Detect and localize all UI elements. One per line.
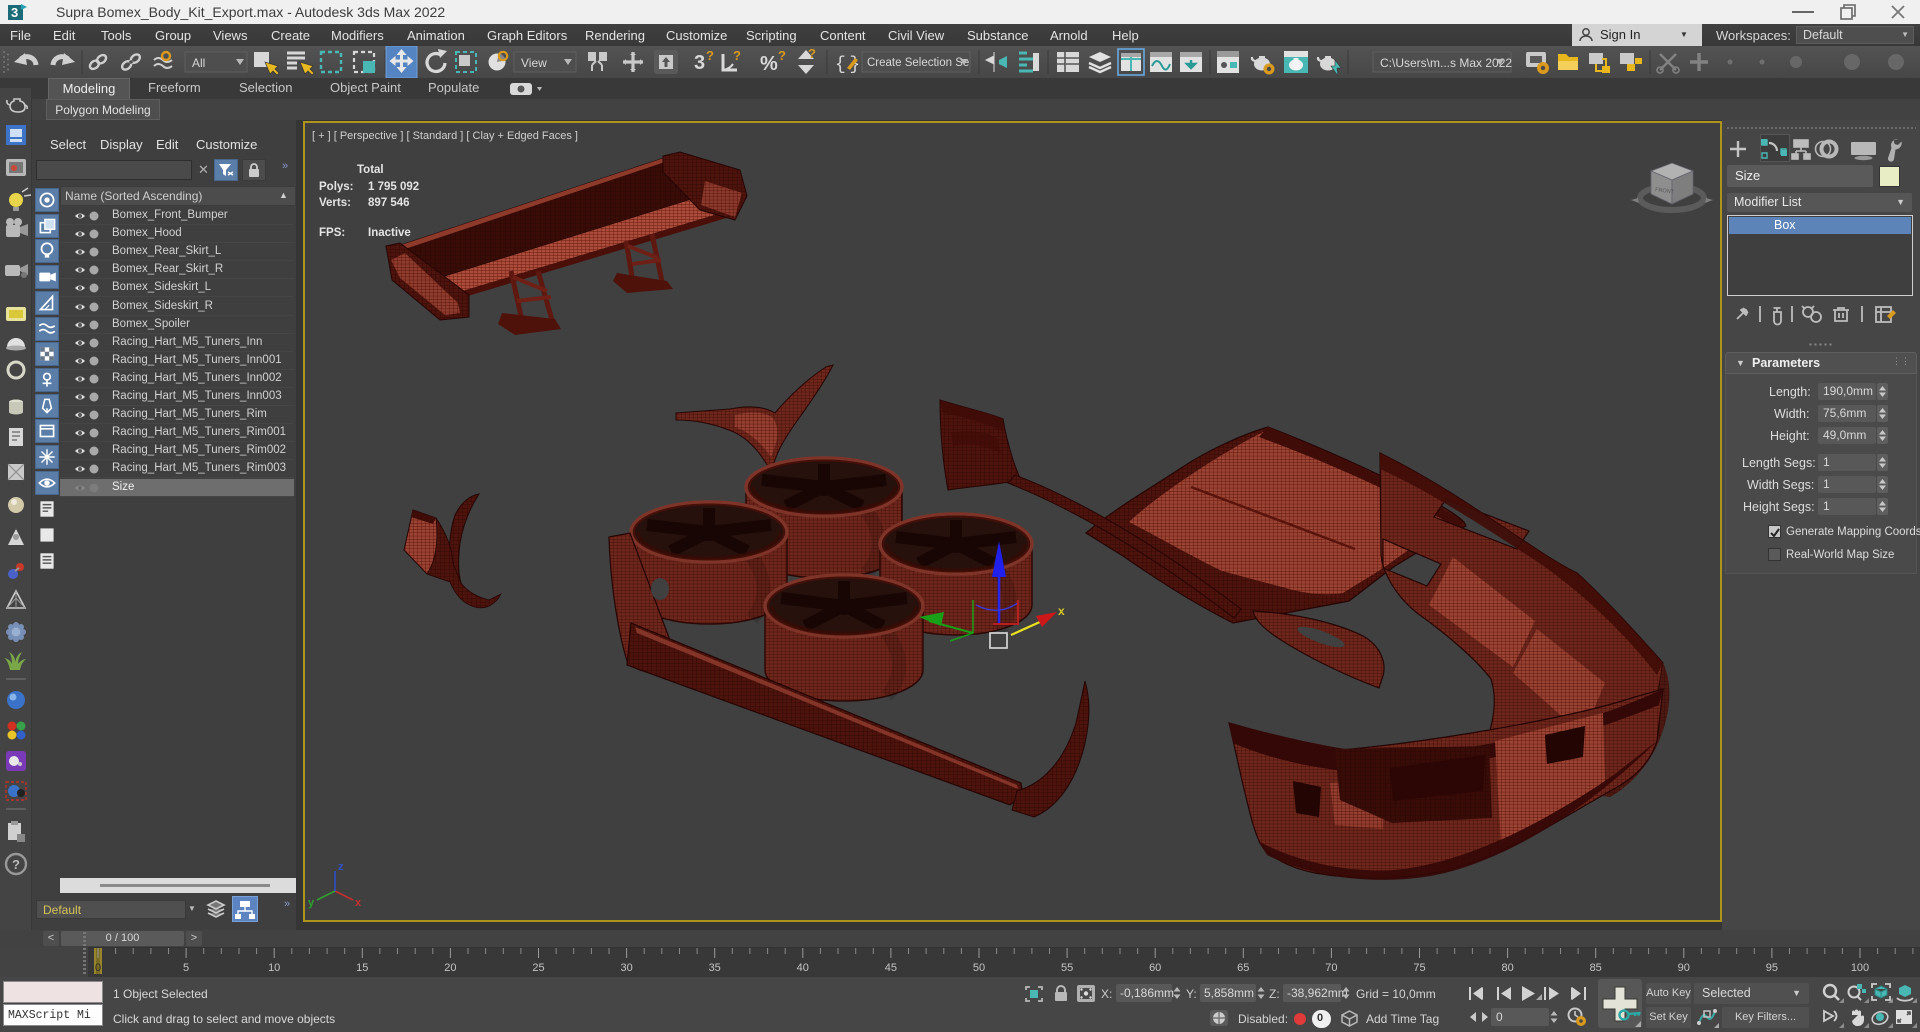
svg-text:25: 25 bbox=[532, 962, 544, 974]
svg-text:x: x bbox=[1058, 604, 1065, 618]
svg-text:{ }: { } bbox=[835, 55, 860, 75]
svg-text:80: 80 bbox=[1501, 962, 1513, 974]
svg-text:45: 45 bbox=[885, 962, 897, 974]
svg-text:3: 3 bbox=[11, 5, 18, 20]
svg-text:y: y bbox=[308, 897, 315, 909]
svg-text:20: 20 bbox=[444, 962, 456, 974]
svg-text:x: x bbox=[355, 897, 362, 909]
svg-text:75: 75 bbox=[1413, 962, 1425, 974]
svg-text:50: 50 bbox=[973, 962, 985, 974]
svg-text:85: 85 bbox=[1590, 962, 1602, 974]
svg-text:?: ? bbox=[733, 48, 741, 63]
svg-text:C:\Users\m...s Max 2022: C:\Users\m...s Max 2022 bbox=[1380, 56, 1512, 70]
svg-text:15: 15 bbox=[356, 962, 368, 974]
svg-text:All: All bbox=[192, 56, 205, 70]
svg-text:3: 3 bbox=[694, 52, 705, 74]
svg-text:Verts:: Verts: bbox=[319, 197, 351, 209]
svg-text:?: ? bbox=[778, 48, 786, 63]
svg-text:Total: Total bbox=[357, 164, 384, 176]
svg-text:5: 5 bbox=[183, 962, 189, 974]
svg-text:40: 40 bbox=[797, 962, 809, 974]
svg-text:%: % bbox=[760, 53, 778, 75]
svg-text:?: ? bbox=[12, 857, 20, 872]
svg-text:65: 65 bbox=[1237, 962, 1249, 974]
svg-text:Create Selection Se: Create Selection Se bbox=[867, 57, 969, 69]
svg-text:55: 55 bbox=[1061, 962, 1073, 974]
svg-text:0: 0 bbox=[95, 962, 101, 974]
svg-text:30: 30 bbox=[620, 962, 632, 974]
svg-text:Polys:: Polys: bbox=[319, 181, 354, 193]
svg-text:[ + ] [ Perspective ] [ Standa: [ + ] [ Perspective ] [ Standard ] [ Cla… bbox=[312, 130, 578, 142]
svg-text:?: ? bbox=[706, 48, 714, 63]
svg-text:90: 90 bbox=[1678, 962, 1690, 974]
svg-text:100: 100 bbox=[1851, 962, 1869, 974]
svg-text:Inactive: Inactive bbox=[368, 227, 411, 239]
svg-text:FPS:: FPS: bbox=[319, 227, 345, 239]
svg-text:35: 35 bbox=[709, 962, 721, 974]
svg-text:z: z bbox=[338, 861, 344, 873]
svg-text:1 795 092: 1 795 092 bbox=[368, 181, 419, 193]
svg-text:60: 60 bbox=[1149, 962, 1161, 974]
svg-text:70: 70 bbox=[1325, 962, 1337, 974]
svg-text:10: 10 bbox=[268, 962, 280, 974]
svg-text:?: ? bbox=[808, 46, 816, 61]
svg-text:View: View bbox=[521, 56, 547, 70]
svg-text:897 546: 897 546 bbox=[368, 197, 410, 209]
svg-text:95: 95 bbox=[1766, 962, 1778, 974]
